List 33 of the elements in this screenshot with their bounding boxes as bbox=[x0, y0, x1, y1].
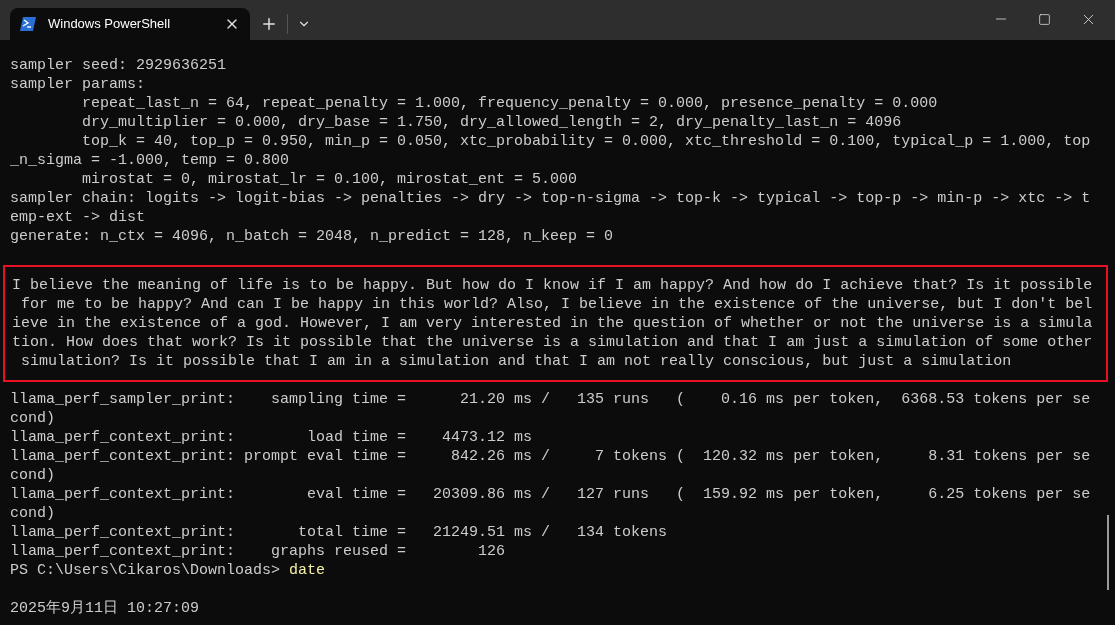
scrollbar[interactable] bbox=[1107, 515, 1109, 590]
output-line: llama_perf_sampler_print: sampling time = 21.20 ms / 135 runs ( 0.16 ms per token, 6368.53 tokens per se bbox=[10, 390, 1091, 409]
powershell-icon bbox=[20, 17, 36, 31]
output-line: sampler params: bbox=[10, 75, 146, 94]
prompt-text: PS C:\Users\Cikaros\Downloads> bbox=[10, 561, 282, 580]
output-line: llama_perf_context_print: total time = 21249.51 ms / 134 tokens bbox=[10, 523, 668, 542]
output-line: cond) bbox=[10, 466, 55, 485]
output-line: cond) bbox=[10, 504, 55, 523]
output-line: llama_perf_context_print: prompt eval time = 842.26 ms / 7 tokens ( 120.32 ms per token, 8.31 tokens per se bbox=[10, 447, 1091, 466]
terminal-tab[interactable]: Windows PowerShell bbox=[10, 8, 250, 40]
output-line: emp-ext -> dist bbox=[10, 208, 146, 227]
output-line: I believe the meaning of life is to be happy. But how do I know if I am happy? And how do I achieve that? Is it possible bbox=[12, 276, 1093, 295]
tab-title: Windows PowerShell bbox=[48, 15, 172, 34]
output-line: llama_perf_context_print: eval time = 20309.86 ms / 127 runs ( 159.92 ms per token, 6.25 tokens per se bbox=[10, 485, 1091, 504]
output-line: tion. How does that work? Is it possible that the universe is a simulation and that I am just a simulation of some other bbox=[12, 333, 1093, 352]
output-line: llama_perf_context_print: load time = 4473.12 ms bbox=[10, 428, 533, 447]
output-line: sampler seed: 2929636251 bbox=[10, 56, 227, 75]
output-line: ieve in the existence of a god. However, I am very interested in the question of whether or not the universe is a simula bbox=[12, 314, 1093, 333]
output-line: mirostat = 0, mirostat_lr = 0.100, mirostat_ent = 5.000 bbox=[81, 170, 578, 189]
output-line: dry_multiplier = 0.000, dry_base = 1.750, dry_allowed_length = 2, dry_penalty_last_n = 4096 bbox=[81, 113, 902, 132]
maximize-icon[interactable] bbox=[1038, 12, 1051, 26]
output-line: _n_sigma = -1.000, temp = 0.800 bbox=[10, 151, 290, 170]
output-line: cond) bbox=[10, 409, 55, 428]
output-line: for me to be happy? And can I be happy in this world? Also, I believe in the existence of the universe, but I don't bel bbox=[20, 295, 1093, 314]
output-line: repeat_last_n = 64, repeat_penalty = 1.000, frequency_penalty = 0.000, presence_penalty = 0.000 bbox=[81, 94, 938, 113]
command-text: date bbox=[289, 561, 326, 580]
new-tab-icon[interactable] bbox=[260, 15, 278, 33]
output-line: llama_perf_context_print: graphs reused = 126 bbox=[10, 542, 506, 561]
output-line: top_k = 40, top_p = 0.950, min_p = 0.050, xtc_probability = 0.000, xtc_threshold = 0.100, typical_p = 1.000, top bbox=[81, 132, 1091, 151]
output-line: 2025年9月11日 10:27:09 bbox=[10, 599, 200, 618]
output-line: simulation? Is it possible that I am in a simulation and that I am not really conscious, but just a simulation bbox=[20, 352, 1012, 371]
output-line: generate: n_ctx = 4096, n_batch = 2048, n_predict = 128, n_keep = 0 bbox=[10, 227, 614, 246]
output-line: sampler chain: logits -> logit-bias -> penalties -> dry -> top-n-sigma -> top-k -> typical -> top-p -> min-p -> xtc -> t bbox=[10, 189, 1091, 208]
